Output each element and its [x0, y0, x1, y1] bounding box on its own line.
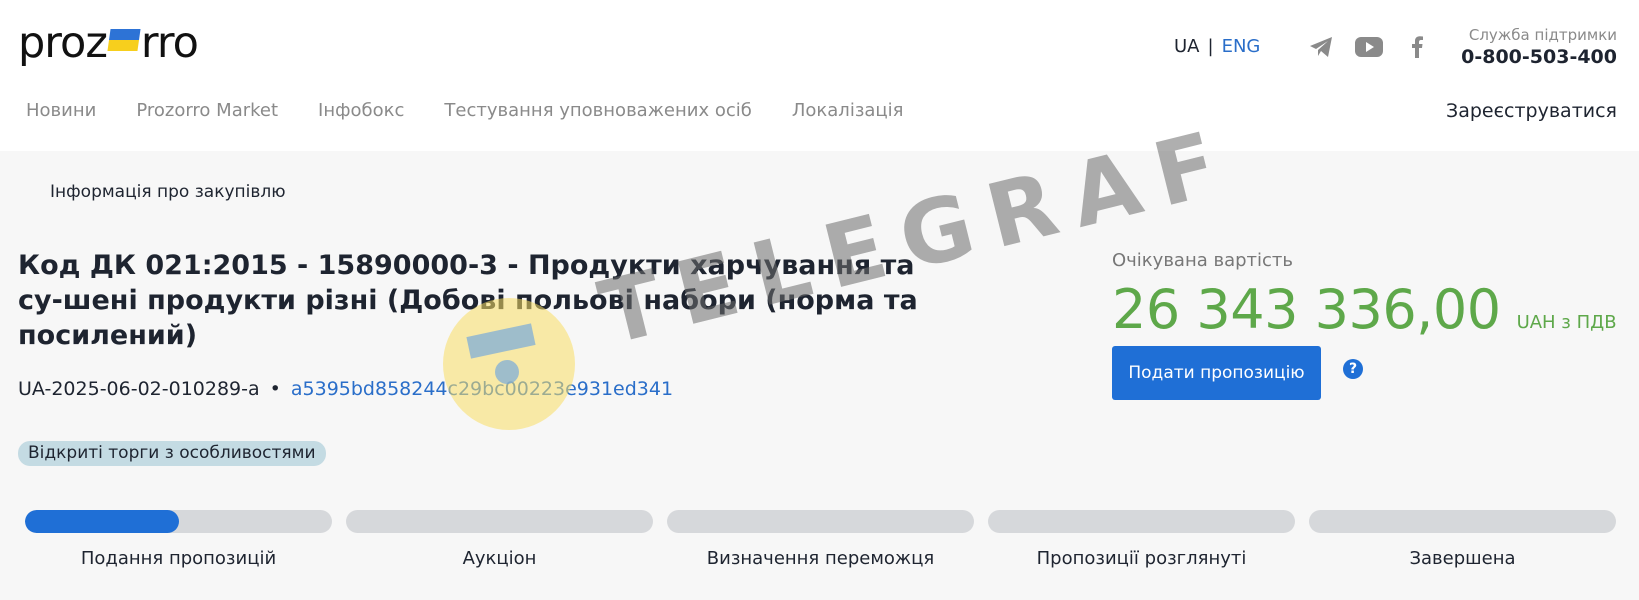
language-switcher: UA | ENG	[1174, 36, 1260, 57]
social-links	[1306, 34, 1432, 60]
stage-auction: Аукціон	[346, 510, 653, 569]
tender-id: UA-2025-06-02-010289-a	[18, 378, 260, 400]
logo-text-right: rro	[140, 18, 199, 68]
stage-label: Подання пропозицій	[80, 548, 277, 569]
tender-stages: Подання пропозицій Аукціон Визначення пе…	[25, 510, 1616, 569]
lang-ua[interactable]: UA	[1174, 36, 1200, 57]
youtube-icon[interactable]	[1354, 34, 1384, 60]
stage-progress-fill	[25, 510, 179, 533]
ukraine-flag-icon	[107, 29, 141, 51]
main-nav: Новини Prozorro Market Інфобокс Тестуван…	[26, 100, 904, 121]
stage-progress-bar	[346, 510, 653, 533]
stage-label: Завершена	[1409, 548, 1516, 569]
stage-label: Аукціон	[462, 548, 537, 569]
expected-value-amount: 26 343 336,00	[1112, 278, 1501, 341]
nav-item-infobox[interactable]: Інфобокс	[318, 100, 404, 121]
stage-progress-bar	[25, 510, 332, 533]
support-block: Служба підтримки 0-800-503-400	[1461, 25, 1617, 69]
expected-value-label: Очікувана вартість	[1112, 250, 1294, 271]
stage-winner: Визначення переможця	[667, 510, 974, 569]
page-title: Код ДК 021:2015 - 15890000-3 - Продукти …	[18, 250, 918, 351]
stage-proposals: Подання пропозицій	[25, 510, 332, 569]
submit-proposal-button[interactable]: Подати пропозицію	[1112, 346, 1321, 400]
support-label: Служба підтримки	[1468, 26, 1617, 44]
facebook-icon[interactable]	[1402, 34, 1432, 60]
stage-progress-bar	[988, 510, 1295, 533]
breadcrumb[interactable]: Інформація про закупівлю	[50, 182, 286, 202]
lang-separator: |	[1207, 36, 1214, 57]
prozorro-logo[interactable]: proz rro	[18, 18, 199, 68]
stage-label: Визначення переможця	[706, 548, 935, 569]
expected-value: 26 343 336,00 UAH з ПДВ	[1112, 278, 1617, 341]
logo-text-left: proz	[18, 18, 108, 68]
stage-progress-bar	[667, 510, 974, 533]
lang-eng[interactable]: ENG	[1222, 36, 1261, 57]
support-phone[interactable]: 0-800-503-400	[1461, 45, 1617, 69]
nav-item-testing[interactable]: Тестування уповноважених осіб	[444, 100, 751, 121]
nav-item-localization[interactable]: Локалізація	[792, 100, 904, 121]
stage-completed: Завершена	[1309, 510, 1616, 569]
procedure-type-badge: Відкриті торги з особливостями	[18, 441, 326, 466]
tender-identifiers: UA-2025-06-02-010289-a • a5395bd858244c2…	[18, 378, 673, 400]
stage-progress-bar	[1309, 510, 1616, 533]
nav-item-news[interactable]: Новини	[26, 100, 96, 121]
stage-reviewed: Пропозиції розглянуті	[988, 510, 1295, 569]
nav-item-market[interactable]: Prozorro Market	[136, 100, 278, 121]
site-header: proz rro UA | ENG Служба підтримки 0-800…	[0, 0, 1639, 151]
register-link[interactable]: Зареєструватися	[1446, 100, 1617, 122]
tender-hash-link[interactable]: a5395bd858244c29bc00223e931ed341	[291, 378, 673, 400]
telegram-icon[interactable]	[1306, 34, 1336, 60]
expected-value-currency: UAH з ПДВ	[1516, 312, 1617, 333]
question-icon[interactable]: ?	[1343, 359, 1363, 379]
stage-label: Пропозиції розглянуті	[1036, 548, 1247, 569]
id-separator: •	[269, 378, 281, 400]
